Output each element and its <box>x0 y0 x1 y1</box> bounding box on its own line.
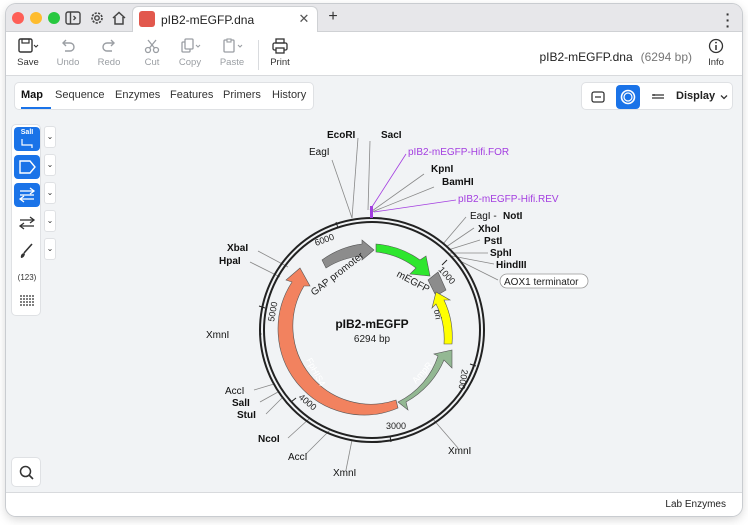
enzyme-label-HindIII[interactable]: HindIII <box>496 260 527 271</box>
tick-label-2000: 2000 <box>457 369 470 390</box>
enzyme-label-AccI-left[interactable]: AccI <box>225 386 244 397</box>
primer-label-FOR[interactable]: pIB2-mEGFP-Hifi.FOR <box>408 147 509 158</box>
enzyme-label-SphI[interactable]: SphI <box>490 248 512 259</box>
enzyme-label-XmnI-left[interactable]: XmnI <box>206 330 229 341</box>
app-window: pIB2-mEGFP.dna ✕ + · · · Save Undo Redo … <box>6 4 742 516</box>
enzyme-label-SacI[interactable]: SacI <box>381 130 402 141</box>
tick-labels: 1000 2000 3000 4000 5000 6000 <box>266 232 470 431</box>
tick-label-6000: 6000 <box>313 232 335 248</box>
enzyme-label-EagI-top[interactable]: EagI <box>309 147 330 158</box>
enzyme-label-XmnI-right[interactable]: XmnI <box>448 446 471 457</box>
enzyme-label-PstI[interactable]: PstI <box>484 236 503 247</box>
plasmid-name: pIB2-mEGFP <box>335 317 408 331</box>
plasmid-length: 6294 bp <box>354 334 391 345</box>
enzyme-label-NcoI[interactable]: NcoI <box>258 434 280 445</box>
feature-label-ori: ori <box>432 309 444 321</box>
feature-AmpR-arrow[interactable] <box>397 349 453 411</box>
enzyme-label-SalI[interactable]: SalI <box>232 398 250 409</box>
enzyme-label-XbaI[interactable]: XbaI <box>227 243 248 254</box>
primer-binding-site[interactable] <box>370 206 373 218</box>
enzyme-label-StuI[interactable]: StuI <box>237 410 256 421</box>
enzyme-label-XhoI[interactable]: XhoI <box>478 224 500 235</box>
primer-label-REV[interactable]: pIB2-mEGFP-Hifi.REV <box>458 194 559 205</box>
enzyme-label-XmnI-bottom[interactable]: XmnI <box>333 468 356 479</box>
enzyme-label-AccI-bottom[interactable]: AccI <box>288 452 307 463</box>
enzyme-label-HpaI[interactable]: HpaI <box>219 256 241 267</box>
tick-label-5000: 5000 <box>266 301 279 322</box>
enzyme-label-KpnI[interactable]: KpnI <box>431 164 453 175</box>
tick-label-3000: 3000 <box>386 421 406 431</box>
plasmid-map[interactable]: 1000 2000 3000 4000 5000 6000 mEGFP ori … <box>6 4 742 492</box>
enzyme-label-EagI-right[interactable]: EagI - <box>470 211 497 222</box>
enzyme-label-BamHI[interactable]: BamHI <box>442 177 474 188</box>
enzyme-set-selector[interactable]: Lab Enzymes <box>665 499 726 510</box>
enzyme-label-EcoRI[interactable]: EcoRI <box>327 130 356 141</box>
terminator-label: AOX1 terminator <box>504 277 579 288</box>
status-bar: Lab Enzymes <box>6 492 742 516</box>
enzyme-label-NotI[interactable]: NotI <box>503 211 523 222</box>
